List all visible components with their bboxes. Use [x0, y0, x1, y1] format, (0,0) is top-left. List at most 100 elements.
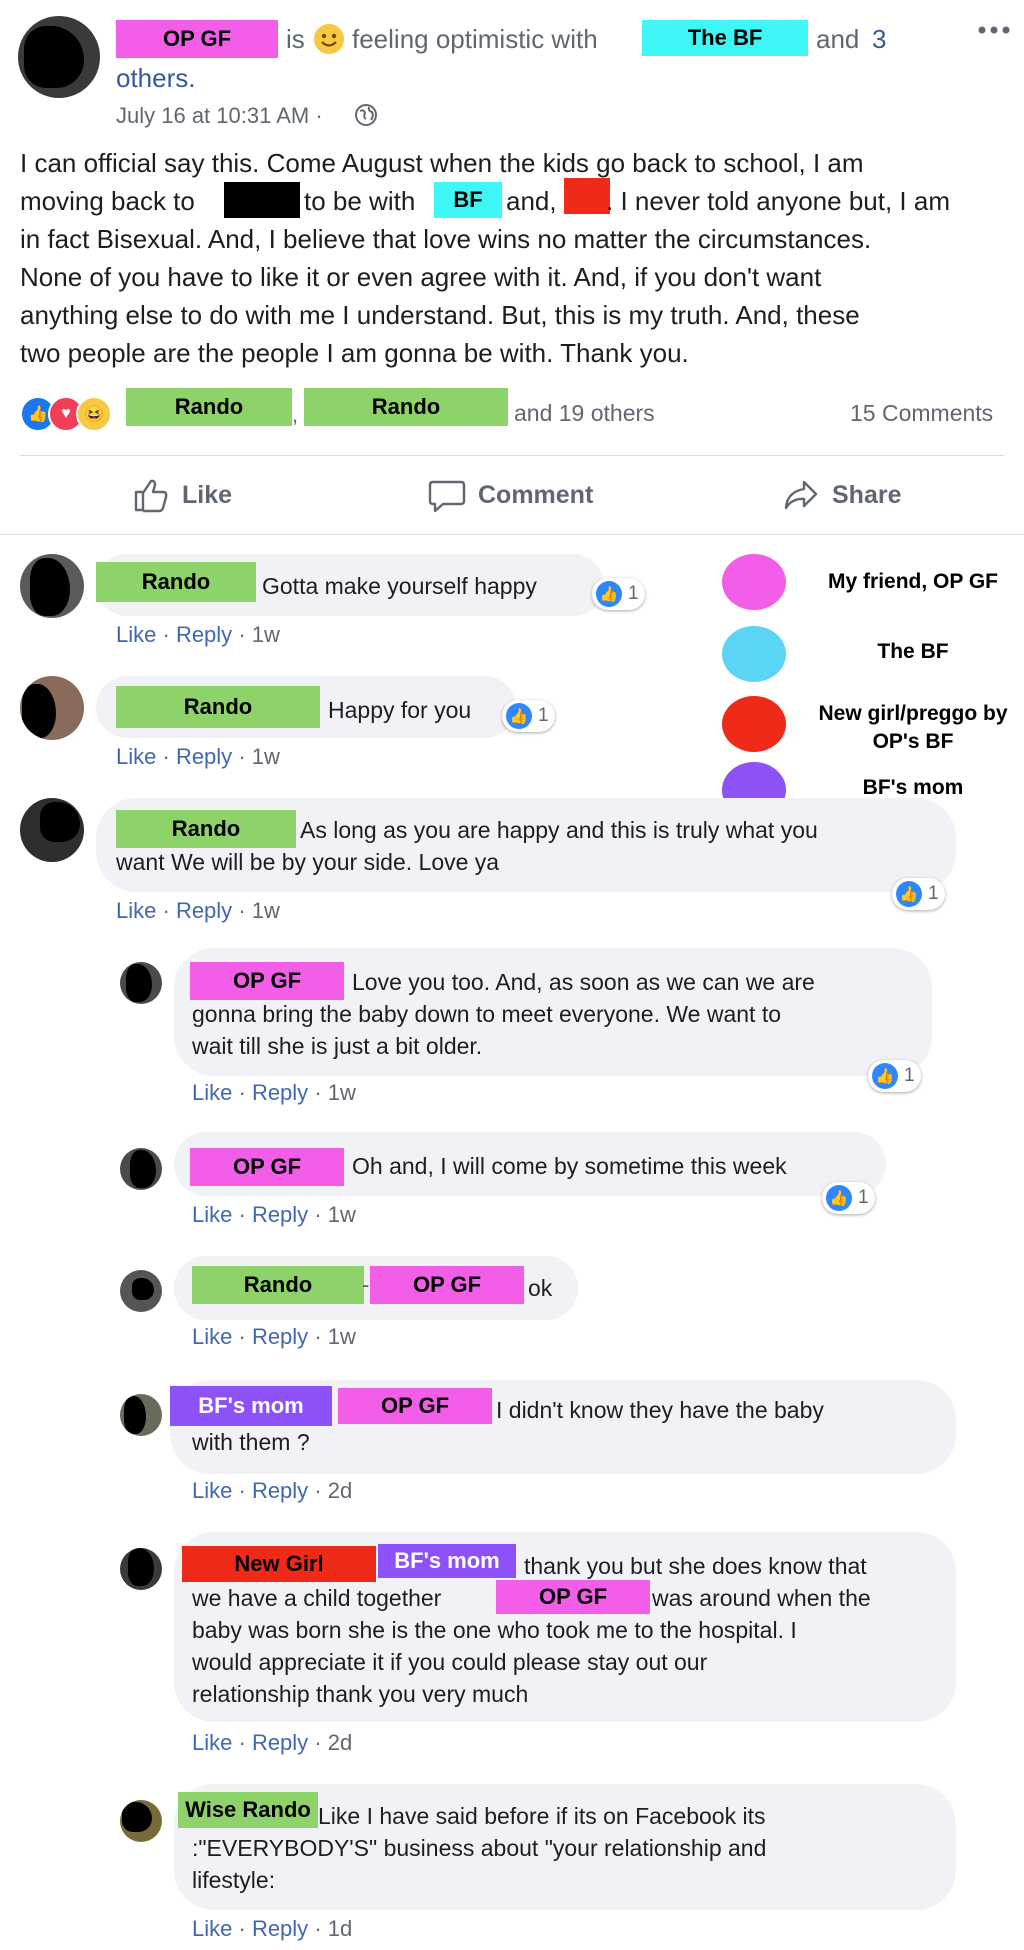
post-body-line-2b: to be with — [304, 186, 416, 216]
post-body-line-5: anything else to do with me I understand… — [20, 300, 860, 330]
comment-like-badge[interactable]: 👍 1 — [502, 700, 555, 732]
replier-name-tag[interactable]: Rando — [192, 1266, 364, 1304]
others-link[interactable]: others. — [116, 63, 196, 94]
tag-separator: - — [362, 1272, 370, 1297]
reply-avatar[interactable] — [120, 1394, 162, 1436]
reply-like-badge[interactable]: 👍 1 — [822, 1182, 875, 1214]
reply-meta: Like · Reply · 2d — [192, 1478, 353, 1503]
reply-like-link[interactable]: Like — [192, 1202, 232, 1227]
reply-reply-link[interactable]: Reply — [252, 1202, 308, 1227]
reply-text-line-3: wait till she is just a bit older. — [192, 1033, 483, 1059]
replier-name-tag[interactable]: New Girl — [182, 1546, 376, 1582]
reply-meta: Like · Reply · 1d — [192, 1916, 353, 1941]
like-icon: 👍 — [826, 1185, 852, 1211]
tagged-bf-tag[interactable]: The BF — [642, 20, 808, 56]
like-action-button[interactable]: Like — [132, 476, 232, 514]
comment-action-label: Comment — [478, 480, 594, 509]
redacted-location — [224, 182, 300, 218]
comment-text: Happy for you — [328, 697, 472, 723]
like-icon: 👍 — [872, 1063, 898, 1089]
commenter-avatar[interactable] — [20, 798, 84, 862]
more-options-icon[interactable] — [976, 22, 1012, 38]
reply-text-line-3: lifestyle: — [192, 1867, 276, 1893]
reply-reply-link[interactable]: Reply — [252, 1080, 308, 1105]
reply-text-line-1: Like I have said before if its on Facebo… — [318, 1803, 766, 1829]
reply-like-link[interactable]: Like — [192, 1730, 232, 1755]
reply-text-line-1: I didn't know they have the baby — [496, 1397, 824, 1423]
reply-avatar[interactable] — [120, 1800, 162, 1842]
reply-avatar[interactable] — [120, 1148, 162, 1190]
post-body-line-3: in fact Bisexual. And, I believe that lo… — [20, 224, 872, 254]
reply-reply-link[interactable]: Reply — [252, 1730, 308, 1755]
comment-like-badge[interactable]: 👍 1 — [892, 878, 945, 910]
reply-like-link[interactable]: Like — [192, 1080, 232, 1105]
legend-dot-new-girl — [722, 696, 786, 752]
reactions-others[interactable]: and 19 others — [514, 400, 655, 427]
reply-like-badge[interactable]: 👍 1 — [868, 1060, 921, 1092]
mentioned-name-tag[interactable]: OP GF — [496, 1580, 650, 1614]
mentioned-name-tag[interactable]: OP GF — [370, 1266, 524, 1304]
legend-dot-op-gf — [722, 554, 786, 610]
reply-reply-link[interactable]: Reply — [252, 1916, 308, 1941]
actions-divider — [0, 534, 1024, 535]
legend-label-bf: The BF — [877, 640, 949, 663]
post-timestamp[interactable]: July 16 at 10:31 AM · — [116, 103, 323, 129]
comment-like-badge[interactable]: 👍 1 — [592, 578, 645, 610]
commenter-name-tag[interactable]: Rando — [116, 686, 320, 728]
reply-time: · 1d — [314, 1916, 353, 1941]
reply-text-line-1: thank you but she does know that — [524, 1553, 867, 1579]
smiley-face-icon — [314, 24, 344, 54]
reactor-name-2[interactable]: Rando — [304, 388, 508, 426]
post-body-line-4: None of you have to like it or even agre… — [20, 262, 822, 292]
reply-text-line-2: with them ? — [192, 1429, 310, 1455]
comment-like-link[interactable]: Like — [116, 744, 156, 769]
commenter-avatar[interactable] — [20, 676, 84, 740]
replier-name-tag[interactable]: OP GF — [190, 1148, 344, 1186]
reply-avatar[interactable] — [120, 962, 162, 1004]
comments-count[interactable]: 15 Comments — [850, 400, 993, 427]
reactor-name-1[interactable]: Rando — [126, 388, 292, 426]
others-count-link[interactable]: 3 — [872, 24, 886, 55]
comment-meta: Like · Reply · 1w — [116, 622, 280, 647]
legend-dot-bf — [722, 626, 786, 682]
bf-inline-tag[interactable]: BF — [434, 182, 502, 218]
reply-reply-link[interactable]: Reply — [252, 1478, 308, 1503]
replier-name-tag[interactable]: BF's mom — [170, 1386, 332, 1426]
comment-text: Gotta make yourself happy — [262, 573, 537, 599]
comment-action-button[interactable]: Comment — [428, 476, 593, 514]
like-icon: 👍 — [596, 581, 622, 607]
reply-reply-link[interactable]: Reply — [252, 1324, 308, 1349]
reply-like-link[interactable]: Like — [192, 1916, 232, 1941]
commenter-name-tag[interactable]: Rando — [96, 562, 256, 602]
author-name-tag[interactable]: OP GF — [116, 20, 278, 58]
reply-text-line-5: relationship thank you very much — [192, 1681, 529, 1707]
share-action-button[interactable]: Share — [782, 476, 901, 514]
mentioned-name-tag[interactable]: BF's mom — [378, 1544, 516, 1578]
reply-avatar[interactable] — [120, 1548, 162, 1590]
reply-text-line-3: baby was born she is the one who took me… — [192, 1617, 797, 1643]
commenter-avatar[interactable] — [20, 554, 84, 618]
comment-text-line-1: As long as you are happy and this is tru… — [300, 817, 818, 843]
reply-like-link[interactable]: Like — [192, 1478, 232, 1503]
replier-name-tag[interactable]: OP GF — [190, 962, 344, 1000]
post-body-line-6: two people are the people I am gonna be … — [20, 338, 689, 368]
reply-meta: Like · Reply · 2d — [192, 1730, 353, 1755]
comment-like-link[interactable]: Like — [116, 898, 156, 923]
comment-reply-link[interactable]: Reply — [176, 744, 232, 769]
reply-avatar[interactable] — [120, 1270, 162, 1312]
comment-like-link[interactable]: Like — [116, 622, 156, 647]
comment-reply-link[interactable]: Reply — [176, 622, 232, 647]
reply-time: · 2d — [314, 1730, 353, 1755]
commenter-name-tag[interactable]: Rando — [116, 810, 296, 848]
reply-like-link[interactable]: Like — [192, 1324, 232, 1349]
comment-reply-link[interactable]: Reply — [176, 898, 232, 923]
reaction-icons[interactable]: 👍 ♥ 😆 — [20, 396, 118, 432]
legend-label-bf-mom: BF's mom — [862, 776, 964, 799]
replier-name-tag[interactable]: Wise Rando — [178, 1792, 318, 1828]
comment-text-line-2: want We will be by your side. Love ya — [116, 849, 500, 875]
mentioned-name-tag[interactable]: OP GF — [338, 1388, 492, 1424]
like-icon: 👍 — [506, 703, 532, 729]
share-arrow-icon — [784, 480, 818, 510]
reactor-comma: , — [292, 402, 299, 427]
author-avatar[interactable] — [18, 16, 100, 98]
